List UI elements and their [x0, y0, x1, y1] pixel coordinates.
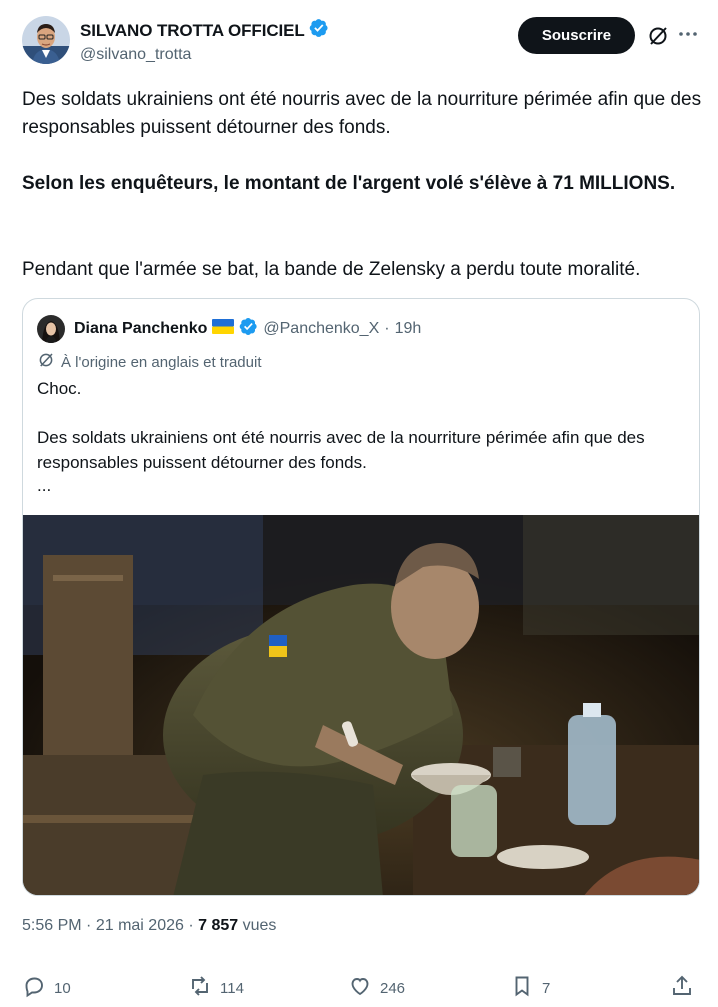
bookmark-button[interactable]: 7	[510, 974, 550, 1002]
tweet-timestamp[interactable]: 5:56 PM · 21 mai 2026 · 7 857 vues	[22, 917, 276, 935]
quote-text-line-1: Choc.	[37, 379, 82, 398]
repost-count: 114	[220, 979, 244, 997]
translation-label: À l'origine en anglais et traduit	[61, 353, 262, 371]
quoted-tweet[interactable]: Diana Panchenko @Panchenko_X · 19h À l'o…	[22, 298, 700, 896]
quote-author-name[interactable]: Diana Panchenko	[74, 320, 207, 338]
quote-text-line-2: Des soldats ukrainiens ont été nourris a…	[37, 428, 645, 472]
quote-author-handle[interactable]: @Panchenko_X	[263, 320, 379, 338]
tweet-header: SILVANO TROTTA OFFICIEL @silvano_trotta …	[22, 16, 700, 68]
author-handle[interactable]: @silvano_trotta	[80, 46, 329, 64]
translation-notice: À l'origine en anglais et traduit	[37, 351, 262, 373]
views-count: 7 857	[198, 917, 239, 934]
tweet-actions-bar: 10 114 246 7	[22, 974, 704, 1002]
quote-time[interactable]: 19h	[395, 320, 422, 338]
author-info: SILVANO TROTTA OFFICIEL @silvano_trotta	[80, 18, 329, 64]
heart-icon	[348, 974, 372, 1002]
post-time: 5:56 PM	[22, 917, 82, 934]
ukraine-flag-icon	[212, 319, 235, 339]
reply-button[interactable]: 10	[22, 974, 71, 1002]
repost-button[interactable]: 114	[188, 974, 244, 1002]
views-label: vues	[242, 917, 277, 934]
tweet-text-paragraph-1: Des soldats ukrainiens ont été nourris a…	[22, 89, 702, 138]
like-count: 246	[380, 979, 406, 997]
subscribe-button[interactable]: Souscrire	[518, 17, 635, 54]
repost-icon	[188, 974, 212, 1002]
quote-verified-badge-icon	[239, 317, 258, 341]
translate-icon	[37, 351, 55, 373]
post-date: · 21 mai 2026 ·	[86, 917, 194, 934]
author-avatar[interactable]	[22, 16, 70, 64]
quote-media-photo[interactable]	[23, 515, 699, 895]
tweet-text-paragraph-2: Selon les enquêteurs, le montant de l'ar…	[22, 173, 676, 194]
reply-icon	[22, 974, 46, 1002]
more-icon[interactable]	[676, 22, 700, 46]
tweet: SILVANO TROTTA OFFICIEL @silvano_trotta …	[0, 0, 718, 1007]
author-display-name[interactable]: SILVANO TROTTA OFFICIEL	[80, 21, 305, 41]
quote-author-avatar[interactable]	[37, 315, 65, 343]
quote-text-ellipsis: ...	[37, 476, 52, 495]
share-icon	[670, 974, 694, 1002]
quoted-tweet-header: Diana Panchenko @Panchenko_X · 19h	[37, 315, 421, 343]
tweet-text-paragraph-3: Pendant que l'armée se bat, la bande de …	[22, 259, 641, 280]
grok-icon[interactable]	[646, 24, 670, 48]
quote-separator: ·	[384, 320, 390, 337]
like-button[interactable]: 246	[348, 974, 405, 1002]
verified-badge-icon	[309, 18, 329, 43]
bookmark-count: 7	[542, 979, 551, 997]
bookmark-icon	[510, 974, 534, 1002]
reply-count: 10	[54, 979, 71, 997]
share-button[interactable]	[670, 974, 694, 1002]
